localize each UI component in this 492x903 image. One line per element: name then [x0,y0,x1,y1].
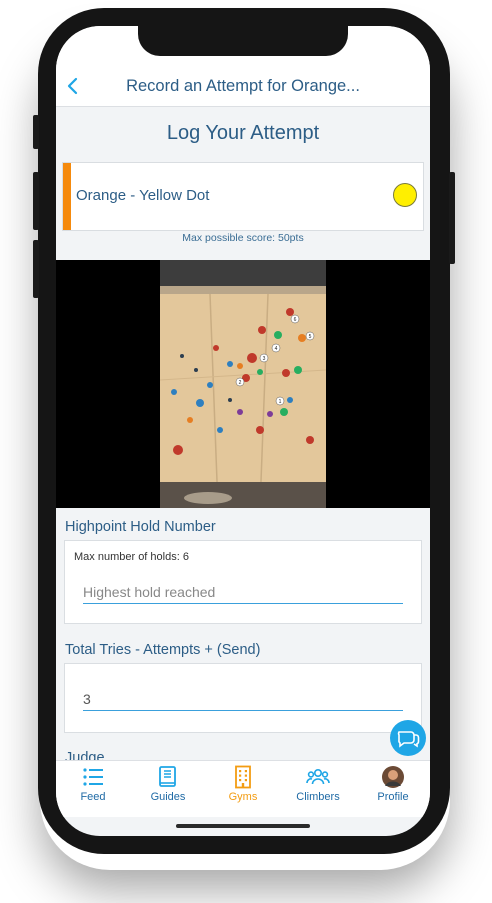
max-holds-text: Max number of holds: 6 [74,551,189,563]
mute-switch [33,115,39,149]
tab-gyms-label: Gyms [228,791,258,803]
book-icon [159,766,176,787]
tab-guides[interactable]: Guides [131,765,205,803]
hold-label-4: 4 [275,346,278,352]
hold-label-6: 6 [294,317,297,323]
volume-down-button [33,240,39,298]
total-tries-card [64,663,422,733]
tab-guides-label: Guides [150,791,186,803]
tab-climbers[interactable]: Climbers [281,765,355,803]
highpoint-card: Max number of holds: 6 [64,540,422,624]
route-name: Orange - Yellow Dot [76,187,210,204]
total-tries-label: Total Tries - Attempts + (Send) [65,642,261,658]
tab-profile[interactable]: Profile [356,765,430,803]
building-icon [235,765,251,789]
highpoint-input[interactable] [83,581,403,604]
chat-button[interactable] [390,720,426,756]
list-icon [83,768,103,786]
hold-label-5: 5 [309,334,312,340]
climbing-wall-image: 6 5 4 3 2 1 [160,260,326,508]
route-card: Orange - Yellow Dot [62,162,424,231]
tab-feed-label: Feed [80,791,106,803]
tab-climbers-label: Climbers [296,791,340,803]
hold-label-1: 1 [279,399,282,405]
tab-profile-label: Profile [377,791,409,803]
chat-bubbles-icon [397,731,420,748]
route-video[interactable]: 6 5 4 3 2 1 [56,260,430,508]
tab-bar: Feed Guides Gyms Climbers Profile [56,760,430,817]
avatar [382,766,404,788]
hold-label-3: 3 [263,356,266,362]
total-tries-input[interactable] [83,688,403,711]
nav-title: Record an Attempt for Orange... [126,77,360,95]
max-score-text: Max possible score: 50pts [182,232,304,244]
route-dot-icon [393,183,417,207]
hold-label-2: 2 [239,380,242,386]
app-screen: Record an Attempt for Orange... Log Your… [56,26,430,836]
route-color-stripe [63,163,71,230]
highpoint-label: Highpoint Hold Number [65,519,216,535]
phone-notch [138,26,348,56]
page-title: Log Your Attempt [166,122,320,144]
home-indicator [176,824,310,828]
tab-feed[interactable]: Feed [56,765,130,803]
people-icon [306,769,330,785]
power-button [449,172,455,264]
volume-up-button [33,172,39,230]
tab-gyms[interactable]: Gyms [206,765,280,803]
